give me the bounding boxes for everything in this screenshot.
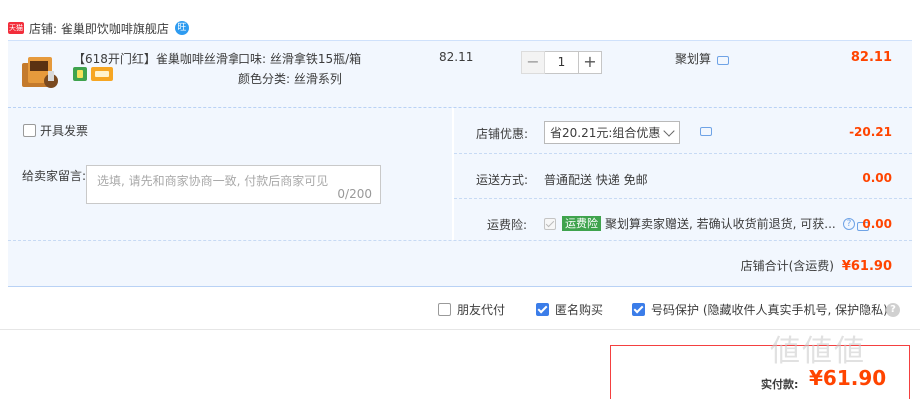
promo-label: 聚划算 bbox=[675, 50, 730, 67]
wangwang-chat-icon[interactable]: 旺 bbox=[174, 21, 189, 35]
insurance-label: 运费险: bbox=[487, 218, 528, 232]
shop-total-amount: ¥61.90 bbox=[841, 259, 892, 274]
friend-pay-checkbox[interactable] bbox=[438, 303, 451, 316]
number-protect-option[interactable]: 号码保护 (隐藏收件人真实手机号, 保护隐私) bbox=[632, 301, 888, 318]
insurance-checkbox bbox=[544, 217, 556, 230]
discount-info-icon[interactable] bbox=[700, 127, 712, 136]
memo-char-count: 0/200 bbox=[337, 187, 372, 201]
quantity-stepper: − 1 + bbox=[521, 51, 602, 74]
shop-total-bar: 店铺合计(含运费) ¥61.90 bbox=[8, 240, 912, 287]
cart-item-row: 【618开门红】雀巢咖啡丝滑拿... 口味: 丝滑拿铁15瓶/箱 颜色分类: 丝… bbox=[8, 40, 912, 108]
friend-pay-label: 朋友代付 bbox=[457, 303, 506, 317]
insurance-detail: 运费险 聚划算卖家赠送, 若确认收货前退货, 可获... bbox=[544, 215, 836, 232]
order-options: 朋友代付 匿名购买 号码保护 (隐藏收件人真实手机号, 保护隐私) ? bbox=[0, 290, 920, 330]
help-icon[interactable]: ? bbox=[886, 303, 900, 317]
invoice-label: 开具发票 bbox=[40, 124, 89, 138]
anonymous-checkbox[interactable] bbox=[536, 303, 549, 316]
memo-label: 给卖家留言: bbox=[22, 169, 87, 183]
product-title[interactable]: 【618开门红】雀巢咖啡丝滑拿... bbox=[73, 50, 238, 67]
unit-price: 82.11 bbox=[439, 50, 474, 64]
anonymous-label: 匿名购买 bbox=[555, 303, 604, 317]
product-tags bbox=[73, 67, 113, 81]
pay-label: 实付款: bbox=[761, 378, 799, 391]
shipping-method: 普通配送 快递 免邮 bbox=[544, 173, 648, 187]
insurance-help-icon[interactable]: ? bbox=[843, 218, 855, 230]
invoice-checkbox[interactable] bbox=[23, 124, 36, 137]
divider bbox=[454, 153, 912, 154]
shop-total: 店铺合计(含运费) ¥61.90 bbox=[741, 257, 892, 274]
shop-discount-amount: -20.21 bbox=[849, 125, 892, 139]
insurance-fee: 0.00 bbox=[862, 217, 892, 231]
decrease-button[interactable]: − bbox=[521, 51, 545, 74]
shop-header: 天猫 店铺: 雀巢即饮咖啡旗舰店 旺 bbox=[8, 16, 189, 40]
item-subtotal: 82.11 bbox=[850, 50, 892, 65]
product-thumbnail[interactable] bbox=[18, 53, 60, 95]
promo-name: 聚划算 bbox=[675, 52, 712, 66]
watermark-logo: 値値値 bbox=[770, 334, 866, 369]
shop-discount-label: 店铺优惠: bbox=[476, 127, 529, 141]
divider bbox=[454, 198, 912, 199]
tmall-icon: 天猫 bbox=[8, 22, 24, 34]
sku-flavor: 口味: 丝滑拿铁15瓶/箱 bbox=[238, 52, 362, 66]
memo-placeholder: 选填, 请先和商家协商一致, 付款后商家可见 bbox=[97, 174, 329, 188]
insurance-text: 聚划算卖家赠送, 若确认收货前退货, 可获... bbox=[605, 217, 836, 231]
order-extras-panel: 开具发票 给卖家留言: 选填, 请先和商家协商一致, 付款后商家可见 0/200 bbox=[8, 108, 452, 240]
friend-pay-option[interactable]: 朋友代付 bbox=[438, 301, 505, 318]
anonymous-option[interactable]: 匿名购买 bbox=[536, 301, 603, 318]
shipping-fee: 0.00 bbox=[862, 171, 892, 185]
increase-button[interactable]: + bbox=[578, 51, 602, 74]
shop-name[interactable]: 店铺: 雀巢即饮咖啡旗舰店 bbox=[29, 20, 169, 37]
shop-total-label: 店铺合计(含运费) bbox=[740, 259, 834, 273]
insurance-badge: 运费险 bbox=[562, 216, 601, 231]
sku-color: 颜色分类: 丝滑系列 bbox=[238, 72, 342, 86]
shop-discount-value: 省20.21元:组合优惠 bbox=[550, 126, 661, 140]
credit-card-tag-icon bbox=[91, 67, 113, 81]
chevron-down-icon bbox=[663, 125, 675, 137]
memo-textarea[interactable]: 选填, 请先和商家协商一致, 付款后商家可见 0/200 bbox=[86, 165, 381, 204]
number-protect-checkbox[interactable] bbox=[632, 303, 645, 316]
order-summary-panel: 店铺优惠: 省20.21元:组合优惠 -20.21 运送方式: 普通配送 快递 … bbox=[454, 108, 912, 240]
invoice-option[interactable]: 开具发票 bbox=[23, 122, 88, 139]
guarantee-tag-icon bbox=[73, 67, 87, 81]
shipping-label: 运送方式: bbox=[476, 173, 529, 187]
shop-discount-select[interactable]: 省20.21元:组合优惠 bbox=[544, 121, 680, 144]
quantity-input[interactable]: 1 bbox=[545, 51, 578, 74]
number-protect-label: 号码保护 (隐藏收件人真实手机号, 保护隐私) bbox=[651, 303, 888, 317]
promo-info-icon[interactable] bbox=[717, 56, 730, 65]
